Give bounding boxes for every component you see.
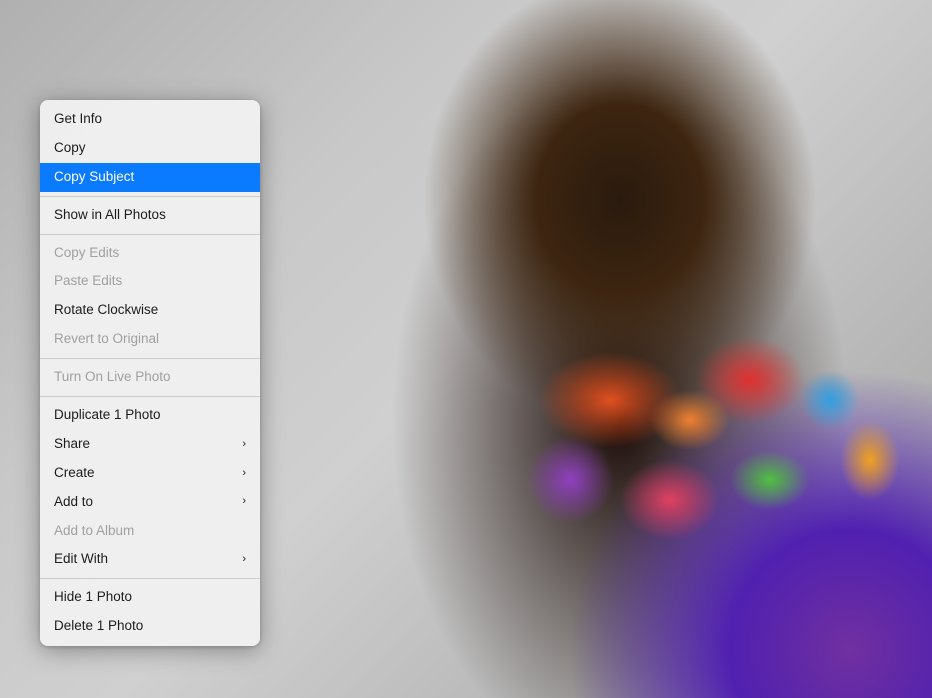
menu-item-paste-edits: Paste Edits bbox=[40, 267, 260, 296]
context-menu: Get Info Copy Copy Subject Show in All Phot… bbox=[40, 100, 260, 646]
menu-separator bbox=[40, 396, 260, 397]
submenu-chevron-icon: › bbox=[242, 552, 246, 567]
menu-item-label: Create bbox=[54, 464, 95, 483]
menu-item-delete-photo[interactable]: Delete 1 Photo bbox=[40, 612, 260, 641]
submenu-chevron-icon: › bbox=[242, 494, 246, 509]
menu-item-add-to[interactable]: Add to › bbox=[40, 488, 260, 517]
menu-separator bbox=[40, 578, 260, 579]
menu-item-label: Revert to Original bbox=[54, 330, 159, 349]
menu-item-share[interactable]: Share › bbox=[40, 430, 260, 459]
menu-item-label: Add to Album bbox=[54, 522, 134, 541]
menu-item-label: Show in All Photos bbox=[54, 206, 166, 225]
submenu-chevron-icon: › bbox=[242, 466, 246, 481]
menu-item-show-in-all-photos[interactable]: Show in All Photos bbox=[40, 201, 260, 230]
menu-item-label: Copy bbox=[54, 139, 86, 158]
menu-item-label: Hide 1 Photo bbox=[54, 588, 132, 607]
menu-item-label: Paste Edits bbox=[54, 272, 122, 291]
menu-item-rotate-clockwise[interactable]: Rotate Clockwise bbox=[40, 296, 260, 325]
menu-item-hide-photo[interactable]: Hide 1 Photo bbox=[40, 583, 260, 612]
menu-item-revert-to-original: Revert to Original bbox=[40, 325, 260, 354]
menu-item-label: Duplicate 1 Photo bbox=[54, 406, 161, 425]
menu-item-label: Copy Subject bbox=[54, 168, 134, 187]
menu-separator bbox=[40, 234, 260, 235]
menu-item-label: Rotate Clockwise bbox=[54, 301, 158, 320]
menu-item-edit-with[interactable]: Edit With › bbox=[40, 545, 260, 574]
menu-item-label: Add to bbox=[54, 493, 93, 512]
menu-item-label: Edit With bbox=[54, 550, 108, 569]
submenu-chevron-icon: › bbox=[242, 437, 246, 452]
menu-item-label: Copy Edits bbox=[54, 244, 119, 263]
menu-item-label: Share bbox=[54, 435, 90, 454]
menu-item-duplicate-photo[interactable]: Duplicate 1 Photo bbox=[40, 401, 260, 430]
menu-item-create[interactable]: Create › bbox=[40, 459, 260, 488]
menu-item-copy-subject[interactable]: Copy Subject bbox=[40, 163, 260, 192]
menu-item-copy[interactable]: Copy bbox=[40, 134, 260, 163]
menu-item-copy-edits: Copy Edits bbox=[40, 239, 260, 268]
jacket-colors bbox=[270, 200, 932, 698]
menu-item-turn-on-live-photo: Turn On Live Photo bbox=[40, 363, 260, 392]
menu-separator bbox=[40, 358, 260, 359]
menu-item-label: Turn On Live Photo bbox=[54, 368, 171, 387]
menu-separator bbox=[40, 196, 260, 197]
menu-item-add-to-album: Add to Album bbox=[40, 517, 260, 546]
menu-item-label: Delete 1 Photo bbox=[54, 617, 143, 636]
menu-item-get-info[interactable]: Get Info bbox=[40, 105, 260, 134]
menu-item-label: Get Info bbox=[54, 110, 102, 129]
